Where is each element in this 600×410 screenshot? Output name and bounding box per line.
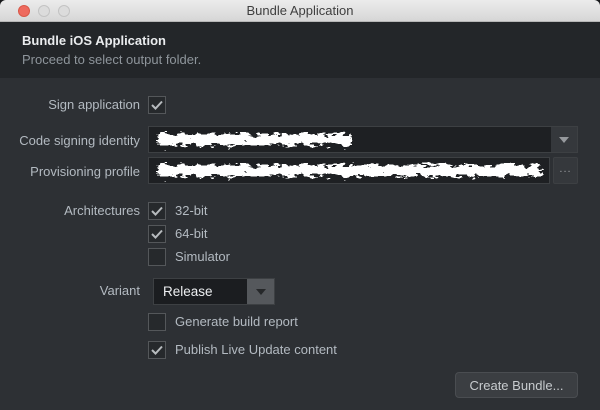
variant-select[interactable]: Release [153, 278, 275, 305]
create-bundle-button[interactable]: Create Bundle... [455, 372, 578, 398]
chevron-down-icon [255, 288, 266, 295]
checkmark-icon [151, 345, 163, 355]
form-area: Sign application Code signing identity P… [0, 78, 600, 410]
generate-build-report-checkbox[interactable] [148, 313, 166, 331]
code-signing-identity-select[interactable] [148, 126, 578, 153]
close-button[interactable] [18, 5, 30, 17]
dialog-header: Bundle iOS Application Proceed to select… [0, 22, 600, 78]
architectures-label: Architectures [64, 203, 140, 218]
dialog-title: Bundle iOS Application [22, 33, 166, 48]
arch-32bit-label: 32-bit [175, 203, 208, 218]
checkmark-icon [151, 206, 163, 216]
chevron-down-icon [559, 136, 569, 143]
publish-live-update-checkbox[interactable] [148, 341, 166, 359]
arch-64bit-label: 64-bit [175, 226, 208, 241]
dialog-subtitle: Proceed to select output folder. [22, 52, 202, 67]
variant-label: Variant [99, 283, 140, 298]
provisioning-profile-label: Provisioning profile [30, 164, 140, 179]
publish-live-update-label: Publish Live Update content [175, 342, 337, 357]
dropdown-arrow-button[interactable] [551, 127, 577, 152]
provisioning-profile-field[interactable] [148, 157, 550, 184]
traffic-lights [18, 5, 70, 17]
arch-simulator-label: Simulator [175, 249, 230, 264]
redacted-value-scribble [157, 165, 541, 176]
sign-application-checkbox[interactable] [148, 96, 166, 114]
window-title: Bundle Application [246, 3, 354, 18]
sign-application-label: Sign application [48, 97, 140, 112]
redacted-value-scribble [157, 134, 351, 145]
arch-32bit-checkbox[interactable] [148, 202, 166, 220]
generate-build-report-label: Generate build report [175, 314, 298, 329]
variant-value: Release [163, 284, 213, 299]
bundle-application-dialog: Bundle Application Bundle iOS Applicatio… [0, 0, 600, 410]
code-signing-identity-label: Code signing identity [19, 133, 140, 148]
zoom-button [58, 5, 70, 17]
checkmark-icon [151, 100, 163, 110]
checkmark-icon [151, 229, 163, 239]
browse-button[interactable]: ... [553, 157, 578, 184]
minimize-button [38, 5, 50, 17]
titlebar[interactable]: Bundle Application [0, 0, 600, 22]
dropdown-arrow-button[interactable] [247, 279, 274, 304]
arch-64bit-checkbox[interactable] [148, 225, 166, 243]
arch-simulator-checkbox[interactable] [148, 248, 166, 266]
